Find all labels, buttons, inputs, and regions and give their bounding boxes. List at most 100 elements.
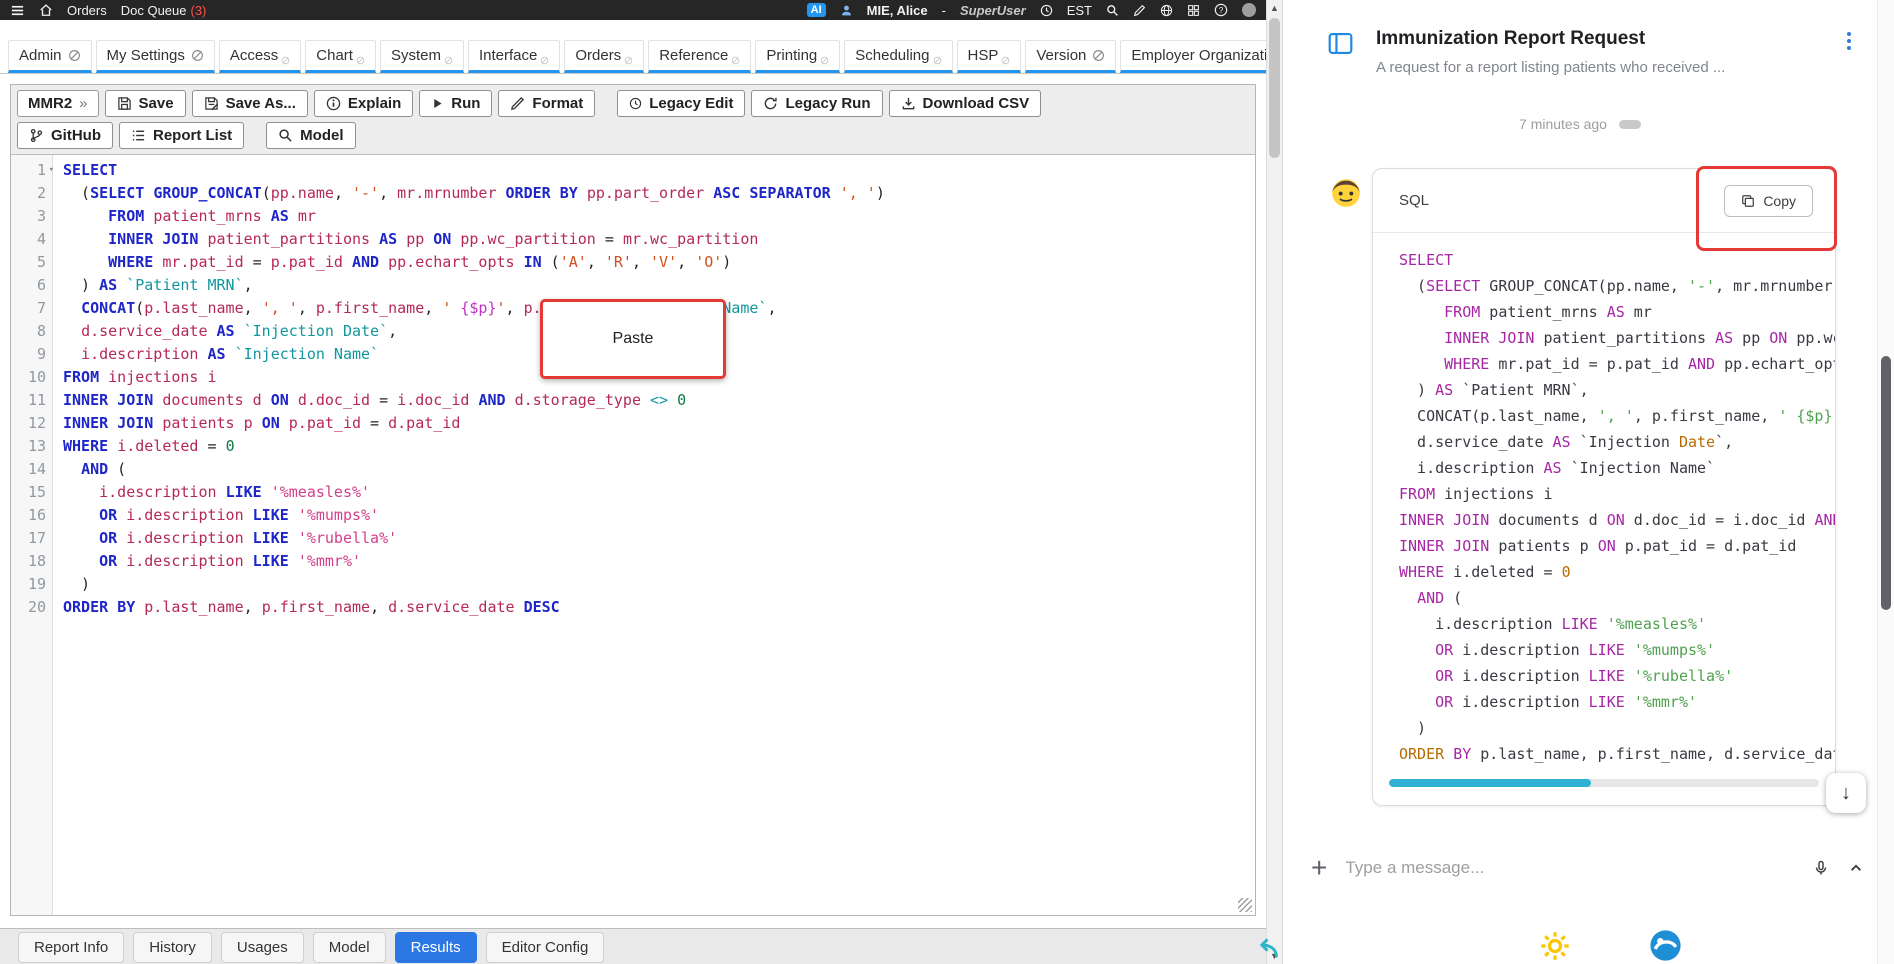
tab-access[interactable]: Access: [218, 40, 302, 73]
legacy-edit-button[interactable]: Legacy Edit: [617, 90, 746, 117]
slash-circle-icon: [356, 56, 365, 65]
floppy-icon: [117, 96, 132, 111]
line-number: 11: [27, 391, 46, 409]
github-button[interactable]: GitHub: [17, 122, 113, 149]
tab-chart[interactable]: Chart: [305, 40, 376, 73]
attach-plus-button[interactable]: +: [1311, 854, 1327, 882]
line-number: 16: [27, 506, 46, 524]
tab-orders[interactable]: Orders: [564, 40, 645, 73]
doc-queue-link[interactable]: Doc Queue (3): [121, 3, 207, 18]
save-button[interactable]: Save: [104, 90, 186, 117]
chevron-up-icon[interactable]: [1849, 861, 1863, 875]
fold-arrow-icon[interactable]: ▾: [49, 159, 54, 182]
run-button[interactable]: Run: [419, 90, 493, 117]
scroll-to-bottom-button[interactable]: ↓: [1826, 773, 1866, 813]
report-name-menu[interactable]: MMR2 »: [17, 90, 99, 117]
slash-circle-icon: [281, 56, 290, 65]
line-number: 4: [36, 230, 46, 248]
slash-circle-icon: [1001, 56, 1010, 65]
left-app: Orders Doc Queue (3) AI MIE, Alice - Supe…: [0, 0, 1266, 964]
message-composer: +: [1283, 846, 1877, 890]
editor-code[interactable]: SELECT (SELECT GROUP_CONCAT(pp.name, '-'…: [53, 155, 1255, 915]
down-arrow-icon: ↓: [1841, 781, 1851, 804]
slash-circle-icon: [540, 56, 549, 65]
sun-logo-icon[interactable]: [1540, 931, 1570, 961]
run-icon: [431, 97, 444, 110]
tab-my-settings[interactable]: My Settings: [95, 40, 215, 73]
bottom-tab-history[interactable]: History: [133, 932, 212, 963]
toolbar-row2: GitHub Report List Model: [17, 122, 1249, 149]
bottom-tab-editor-config[interactable]: Editor Config: [485, 932, 605, 963]
bot-message-row: SQL Copy SELECT (SELECT GROUP_CONCAT(pp.…: [1283, 168, 1877, 806]
tab-printing[interactable]: Printing: [755, 40, 841, 73]
bottom-tab-report-info[interactable]: Report Info: [18, 932, 125, 963]
tab-version[interactable]: Version: [1025, 40, 1117, 73]
line-number: 10: [27, 368, 46, 386]
paste-button[interactable]: Paste: [540, 299, 726, 379]
sql-editor[interactable]: 1 ▾ 2 3 4 5 6 7 8 9 10 11 12 13 14 15 16 17 18 19 20 SELECT …: [11, 155, 1255, 915]
help-icon[interactable]: ?: [1214, 3, 1228, 17]
resize-grip[interactable]: [1238, 898, 1252, 912]
hamburger-menu-icon[interactable]: [10, 3, 25, 18]
tab-scheduling[interactable]: Scheduling: [844, 40, 953, 73]
globe-icon[interactable]: [1160, 4, 1173, 17]
blue-circle-logo[interactable]: [1649, 929, 1682, 962]
line-number: 15: [27, 483, 46, 501]
bottom-tab-results[interactable]: Results: [394, 932, 477, 963]
kebab-menu-icon[interactable]: [1845, 30, 1853, 52]
code-line: AND (: [1417, 589, 1463, 607]
report-list-button[interactable]: Report List: [119, 122, 245, 149]
slash-circle-icon: [191, 49, 204, 62]
home-icon[interactable]: [39, 3, 53, 17]
sql-code-card: SQL Copy SELECT (SELECT GROUP_CONCAT(pp.…: [1372, 168, 1836, 806]
microphone-icon[interactable]: [1813, 860, 1829, 876]
line-number: 2: [36, 184, 46, 202]
slash-circle-icon: [624, 56, 633, 65]
code-line: OR i.description LIKE '%rubella%': [1435, 667, 1734, 685]
bottom-tab-usages[interactable]: Usages: [220, 932, 304, 963]
tab-interface[interactable]: Interface: [467, 40, 561, 73]
code-line: OR i.description LIKE '%mmr%': [99, 552, 362, 570]
info-icon: [326, 96, 341, 111]
line-number: 14: [27, 460, 46, 478]
download-csv-button[interactable]: Download CSV: [888, 90, 1042, 117]
bottom-tab-model[interactable]: Model: [312, 932, 386, 963]
calculator-icon[interactable]: [1187, 4, 1200, 17]
scroll-up-arrow-icon[interactable]: ▲: [1267, 3, 1282, 13]
right-scrollbar[interactable]: [1877, 0, 1894, 964]
profile-circle[interactable]: [1242, 3, 1256, 17]
code-line: CONCAT(p.last_name, ', ', p.first_name, …: [1399, 407, 1835, 425]
line-number: 12: [27, 414, 46, 432]
editor-gutter: 1 ▾ 2 3 4 5 6 7 8 9 10 11 12 13 14 15 16 17 18 19 20: [11, 155, 54, 915]
code-line: OR i.description LIKE '%mmr%': [1435, 693, 1698, 711]
orders-link[interactable]: Orders: [67, 3, 107, 18]
explain-button[interactable]: Explain: [313, 90, 414, 117]
message-input[interactable]: [1345, 858, 1795, 878]
save-as-button[interactable]: Save As...: [191, 90, 308, 117]
pencil-icon[interactable]: [1133, 4, 1146, 17]
ai-badge[interactable]: AI: [806, 3, 826, 17]
legacy-run-button[interactable]: Legacy Run: [751, 90, 883, 117]
slash-circle-icon: [68, 49, 81, 62]
chat-title: Immunization Report Request: [1376, 28, 1646, 49]
model-button[interactable]: Model: [266, 122, 356, 149]
side-panel-icon[interactable]: [1327, 30, 1354, 57]
language-label: SQL: [1399, 192, 1430, 209]
code-line: INNER JOIN documents d ON d.doc_id = i.d…: [63, 391, 687, 409]
left-scrollbar-thumb[interactable]: [1269, 18, 1280, 158]
code-line: ) AS `Patient MRN`,: [1399, 381, 1589, 399]
tab-reference[interactable]: Reference: [648, 40, 752, 73]
right-scrollbar-thumb[interactable]: [1881, 356, 1891, 610]
copy-button[interactable]: Copy: [1724, 184, 1813, 217]
code-line: FROM patient_mrns AS mr: [108, 207, 316, 225]
tab-system[interactable]: System: [379, 40, 464, 73]
top-bar: Orders Doc Queue (3) AI MIE, Alice - Supe…: [0, 0, 1266, 20]
left-scrollbar[interactable]: ▲ ▼: [1266, 0, 1283, 964]
chat-header: Immunization Report Request A request fo…: [1283, 0, 1877, 106]
format-button[interactable]: Format: [498, 90, 596, 117]
search-icon[interactable]: [1106, 4, 1119, 17]
code-line: SELECT: [1399, 251, 1454, 269]
tab-hsp[interactable]: HSP: [956, 40, 1022, 73]
tab-admin[interactable]: Admin: [8, 40, 92, 73]
tab-employer-organizations[interactable]: Employer Organizations: [1120, 40, 1266, 73]
